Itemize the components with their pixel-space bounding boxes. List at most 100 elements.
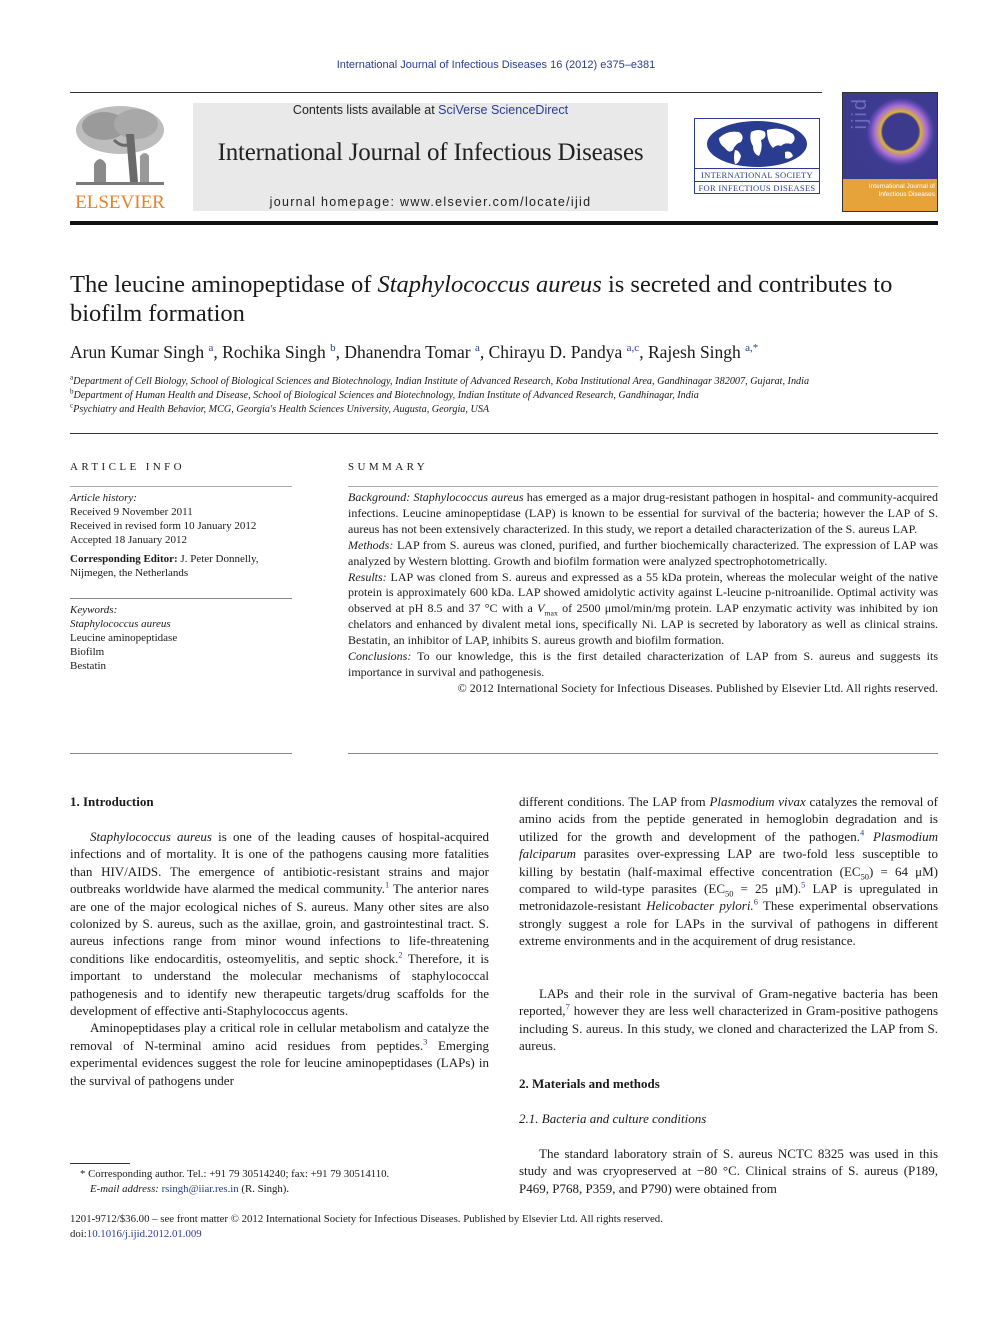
- paragraph-text: = 25 μM).: [733, 881, 802, 897]
- affiliation-b: bDepartment of Human Health and Disease,…: [70, 388, 940, 401]
- author-name[interactable]: Rajesh Singh: [648, 342, 741, 362]
- header-divider: [70, 92, 822, 93]
- footnote-divider: [70, 1163, 130, 1164]
- author-name[interactable]: Chirayu D. Pandya: [489, 342, 623, 362]
- affiliation-text: Department of Human Health and Disease, …: [73, 390, 699, 401]
- doi-prefix: doi:: [70, 1227, 87, 1240]
- author-name[interactable]: Dhanendra Tomar: [344, 342, 470, 362]
- intro-paragraph-1: Staphylococcus aureus is one of the lead…: [70, 828, 489, 1019]
- header-thick-divider: [70, 221, 938, 225]
- results-label: Results:: [348, 569, 387, 584]
- title-part-1: The leucine aminopeptidase of: [70, 271, 378, 298]
- doi-line: doi:10.1016/j.ijid.2012.01.009: [70, 1227, 940, 1242]
- cover-letters: ijid: [849, 97, 871, 130]
- summary-conclusions: Conclusions: To our knowledge, this is t…: [348, 649, 938, 681]
- background-label: Background:: [348, 490, 411, 504]
- footnote-text: Corresponding author. Tel.: +91 79 30514…: [85, 1168, 390, 1180]
- isid-logo-line-2: FOR INFECTIOUS DISEASES: [695, 181, 819, 194]
- conclusions-text: To our knowledge, this is the first deta…: [348, 649, 938, 679]
- summary-divider: [348, 486, 938, 487]
- summary-results: Results: LAP was cloned from S. aureus a…: [348, 570, 938, 650]
- issn-line: 1201-9712/$36.00 – see front matter © 20…: [70, 1213, 663, 1225]
- affiliation-c: cPsychiatry and Health Behavior, MCG, Ge…: [70, 402, 940, 415]
- section-heading-materials-methods: 2. Materials and methods: [519, 1076, 660, 1091]
- isid-logo-line-1: INTERNATIONAL SOCIETY: [695, 168, 819, 181]
- body-left-column: Staphylococcus aureus is one of the lead…: [70, 828, 489, 1089]
- history-label: Article history:: [70, 492, 137, 504]
- summary-bottom-divider: [348, 753, 938, 754]
- background-organism: Staphylococcus aureus: [413, 490, 524, 504]
- homepage-prefix: journal homepage:: [269, 195, 401, 209]
- globe-icon: [707, 121, 807, 167]
- paragraph-text: however they are less well characterized…: [519, 1003, 938, 1054]
- revised-date: Received in revised form 10 January 2012: [70, 520, 257, 532]
- corresponding-editor: Corresponding Editor: J. Peter Donnelly,…: [70, 552, 295, 580]
- intro-paragraph-2-continued: different conditions. The LAP from Plasm…: [519, 793, 938, 950]
- contents-line: Contents lists available at SciVerse Sci…: [193, 103, 668, 117]
- ec-subscript: 50: [860, 871, 870, 882]
- cover-band: International Journal of Infectious Dise…: [843, 179, 937, 211]
- summary-background: Background: Staphylococcus aureus has em…: [348, 490, 938, 538]
- methods-text: LAP from S. aureus was cloned, purified,…: [348, 537, 938, 568]
- cover-title: International Journal of Infectious Dise…: [868, 183, 935, 198]
- homepage-link[interactable]: www.elsevier.com/locate/ijid: [400, 195, 591, 209]
- section-heading-introduction: 1. Introduction: [70, 794, 154, 809]
- article-info-heading: ARTICLE INFO: [70, 461, 185, 473]
- received-date: Received 9 November 2011: [70, 506, 193, 518]
- summary-heading: SUMMARY: [348, 461, 429, 473]
- methods-paragraph-1: The standard laboratory strain of S. aur…: [519, 1146, 938, 1196]
- keywords-label: Keywords:: [70, 604, 118, 616]
- accepted-date: Accepted 18 January 2012: [70, 534, 187, 546]
- author-affiliation-marker[interactable]: a: [475, 342, 480, 354]
- footnote-email: E-mail address: rsingh@iiar.res.in (R. S…: [70, 1182, 490, 1197]
- elsevier-logo[interactable]: ELSEVIER: [70, 102, 170, 214]
- corresponding-author-footnote: * Corresponding author. Tel.: +91 79 305…: [70, 1167, 490, 1196]
- isid-society-logo[interactable]: INTERNATIONAL SOCIETY FOR INFECTIOUS DIS…: [694, 118, 820, 194]
- front-matter: 1201-9712/$36.00 – see front matter © 20…: [70, 1212, 940, 1241]
- affiliation-text: Psychiatry and Health Behavior, MCG, Geo…: [73, 404, 490, 415]
- article-info-divider: [70, 486, 292, 487]
- author-affiliation-marker[interactable]: a: [209, 342, 214, 354]
- subsection-heading-bacteria: 2.1. Bacteria and culture conditions: [519, 1111, 707, 1126]
- journal-homepage: journal homepage: www.elsevier.com/locat…: [193, 195, 668, 209]
- body-right-column-paragraph-2: LAPs and their role in the survival of G…: [519, 985, 938, 1055]
- summary-copyright: © 2012 International Society for Infecti…: [457, 680, 938, 695]
- elsevier-tree-icon: [76, 106, 164, 185]
- summary-methods: Methods: LAP from S. aureus was cloned, …: [348, 538, 938, 570]
- journal-title: International Journal of Infectious Dise…: [217, 139, 644, 166]
- email-label: E-mail address:: [90, 1182, 159, 1195]
- author-affiliation-marker[interactable]: a,*: [745, 342, 758, 354]
- keyword-item: Leucine aminopeptidase: [70, 632, 178, 644]
- journal-cover-image[interactable]: ijid International Journal of Infectious…: [842, 92, 938, 212]
- summary-body: Background: Staphylococcus aureus has em…: [348, 490, 938, 697]
- keyword-item: Biofilm: [70, 646, 105, 658]
- keywords-list: Keywords: Staphylococcus aureus Leucine …: [70, 603, 295, 673]
- email-link[interactable]: rsingh@iiar.res.in: [162, 1183, 239, 1195]
- title-organism: Staphylococcus aureus: [377, 271, 602, 298]
- keyword-item: Staphylococcus aureus: [70, 618, 171, 630]
- editor-label: Corresponding Editor:: [70, 553, 178, 565]
- conclusions-label: Conclusions:: [348, 649, 412, 664]
- author-name[interactable]: Rochika Singh: [222, 342, 326, 362]
- article-info-bottom-divider: [70, 753, 292, 754]
- journal-citation-link[interactable]: International Journal of Infectious Dise…: [0, 59, 992, 71]
- affiliation-divider: [70, 433, 938, 434]
- sciencedirect-link[interactable]: SciVerse ScienceDirect: [438, 103, 568, 117]
- intro-organism: Staphylococcus aureus: [90, 829, 212, 844]
- intro-paragraph-2: Aminopeptidases play a critical role in …: [70, 1019, 489, 1089]
- article-title: The leucine aminopeptidase of Staphyloco…: [70, 270, 940, 328]
- author-affiliation-marker[interactable]: a,c: [627, 342, 640, 354]
- author-name[interactable]: Arun Kumar Singh: [70, 342, 204, 362]
- organism-name: Plasmodium vivax: [709, 794, 806, 809]
- affiliation-text: Department of Cell Biology, School of Bi…: [73, 376, 810, 387]
- author-affiliation-marker[interactable]: b: [330, 342, 336, 354]
- paragraph-text: different conditions. The LAP from: [519, 794, 710, 809]
- article-history: Article history: Received 9 November 201…: [70, 491, 295, 547]
- body-right-column-paragraph-1: different conditions. The LAP from Plasm…: [519, 793, 938, 950]
- keywords-divider: [70, 598, 292, 599]
- intro-paragraph-3: LAPs and their role in the survival of G…: [519, 985, 938, 1055]
- footnote-contact: * Corresponding author. Tel.: +91 79 305…: [70, 1167, 490, 1182]
- doi-link[interactable]: 10.1016/j.ijid.2012.01.009: [87, 1228, 202, 1240]
- body-right-column-paragraph-3: The standard laboratory strain of S. aur…: [519, 1145, 938, 1197]
- keyword-item: Bestatin: [70, 660, 107, 672]
